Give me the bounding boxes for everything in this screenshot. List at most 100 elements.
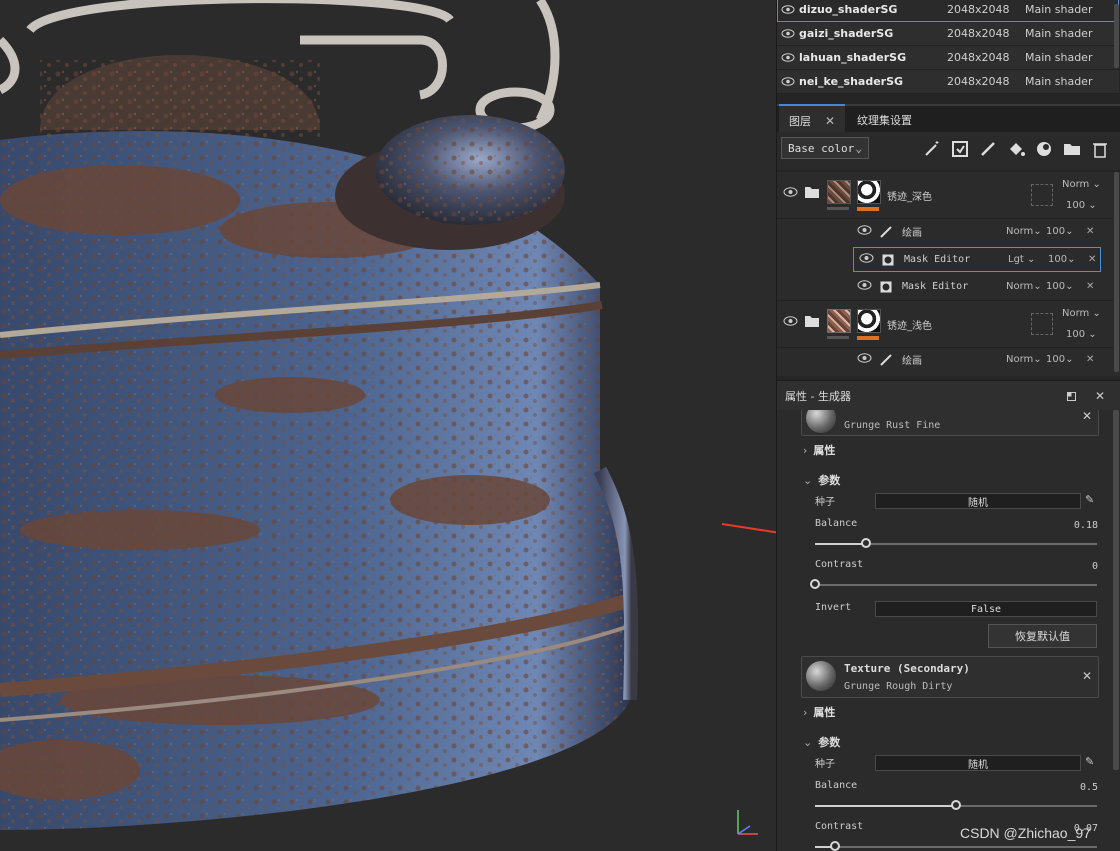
texture-set-shader[interactable]: Main shader bbox=[1025, 27, 1092, 40]
texture-set-scrollbar[interactable] bbox=[1114, 4, 1119, 68]
balance-value[interactable]: 0.5 bbox=[1080, 782, 1098, 793]
blend-mode[interactable]: Norm⌄ bbox=[1006, 281, 1046, 292]
annotation-arrow-icon bbox=[721, 523, 776, 534]
reset-defaults-button[interactable]: 恢复默认值 bbox=[988, 624, 1097, 648]
balance-slider[interactable] bbox=[815, 800, 1097, 810]
add-effect-icon[interactable] bbox=[951, 140, 969, 158]
seed-button[interactable]: 随机 bbox=[875, 755, 1081, 771]
generator-icon bbox=[880, 281, 892, 292]
close-icon[interactable]: ✕ bbox=[1088, 254, 1096, 265]
layer-color-swatch bbox=[1031, 184, 1053, 206]
layer-name[interactable]: 锈迹_深色 bbox=[887, 188, 932, 203]
visibility-eye-icon[interactable] bbox=[783, 187, 798, 200]
blend-mode[interactable]: Norm⌄ bbox=[1006, 226, 1046, 237]
blend-mode[interactable]: Norm ⌄ bbox=[1062, 179, 1101, 190]
slider-handle[interactable] bbox=[860, 538, 871, 548]
layer-scrollbar[interactable] bbox=[1114, 172, 1119, 372]
slider-handle[interactable] bbox=[951, 800, 961, 810]
axis-gizmo-icon bbox=[737, 810, 758, 835]
visibility-eye-icon[interactable] bbox=[857, 280, 872, 293]
resource-name: Grunge Rust Fine bbox=[844, 420, 941, 431]
texture-set-row[interactable]: dizuo_shaderSG 2048x2048 Main shader bbox=[777, 0, 1119, 22]
section-parameters[interactable]: ⌄ 参数 bbox=[803, 472, 840, 488]
brush-icon[interactable] bbox=[979, 140, 997, 158]
texture-set-shader[interactable]: Main shader bbox=[1025, 3, 1092, 16]
pencil-icon[interactable]: ✎ bbox=[1085, 493, 1094, 506]
visibility-eye-icon[interactable] bbox=[777, 5, 799, 14]
folder-icon[interactable] bbox=[1063, 140, 1081, 158]
visibility-eye-icon[interactable] bbox=[783, 316, 798, 329]
opacity-value[interactable]: 100⌄ bbox=[1046, 281, 1082, 292]
seed-button[interactable]: 随机 bbox=[875, 493, 1081, 509]
texture-resource-card[interactable]: Grunge Rust Fine ✕ bbox=[801, 410, 1099, 436]
visibility-eye-icon[interactable] bbox=[857, 353, 872, 366]
texture-set-resolution: 2048x2048 bbox=[947, 3, 1010, 16]
fill-bucket-icon[interactable] bbox=[1007, 140, 1025, 158]
invert-toggle[interactable]: False bbox=[875, 601, 1097, 617]
slider-handle[interactable] bbox=[810, 579, 820, 589]
section-attributes[interactable]: › 属性 bbox=[803, 704, 835, 720]
magic-wand-icon[interactable] bbox=[923, 140, 941, 158]
chevron-down-icon: ⌄ bbox=[803, 736, 813, 749]
mask-thumbnail[interactable] bbox=[857, 309, 881, 333]
close-icon[interactable]: ✕ bbox=[1086, 226, 1094, 237]
section-parameters[interactable]: ⌄ 参数 bbox=[803, 734, 840, 750]
layer-color-swatch bbox=[1031, 313, 1053, 335]
texture-set-row[interactable]: gaizi_shaderSG 2048x2048 Main shader bbox=[777, 22, 1119, 46]
close-icon[interactable]: ✕ bbox=[825, 114, 835, 128]
opacity-value[interactable]: 100⌄ bbox=[1046, 226, 1082, 237]
close-icon[interactable]: ✕ bbox=[1086, 281, 1094, 292]
visibility-eye-icon[interactable] bbox=[859, 253, 874, 266]
opacity-value[interactable]: 100⌄ bbox=[1046, 354, 1082, 365]
undock-icon[interactable] bbox=[1067, 392, 1076, 401]
blend-mode[interactable]: Norm ⌄ bbox=[1062, 308, 1101, 319]
texture-set-shader[interactable]: Main shader bbox=[1025, 75, 1092, 88]
right-panel: dizuo_shaderSG 2048x2048 Main shader gai… bbox=[776, 0, 1120, 851]
close-icon[interactable]: ✕ bbox=[1095, 389, 1105, 403]
trash-icon[interactable] bbox=[1091, 140, 1109, 158]
3d-viewport[interactable] bbox=[0, 0, 776, 851]
pencil-icon[interactable]: ✎ bbox=[1085, 755, 1094, 768]
resource-name: Grunge Rough Dirty bbox=[844, 681, 953, 692]
contrast-value[interactable]: 0 bbox=[1092, 561, 1098, 572]
visibility-eye-icon[interactable] bbox=[857, 225, 872, 238]
texture-resource-card[interactable]: Texture (Secondary) Grunge Rough Dirty ✕ bbox=[801, 656, 1099, 698]
sublayer-mask-editor[interactable]: Mask Editor Norm⌄ 100⌄ ✕ bbox=[851, 274, 1101, 299]
layer-group[interactable]: 锈迹_浅色 Norm ⌄ 100 ⌄ bbox=[777, 300, 1113, 348]
blend-mode[interactable]: Norm⌄ bbox=[1006, 354, 1046, 365]
layer-name[interactable]: 锈迹_浅色 bbox=[887, 317, 932, 332]
channel-select-value: Base color bbox=[788, 141, 855, 155]
layer-stack: 锈迹_深色 Norm ⌄ 100 ⌄ 绘画 Norm⌄ 100⌄ ✕ Mask … bbox=[777, 172, 1120, 376]
generator-icon bbox=[882, 254, 894, 265]
close-icon[interactable]: ✕ bbox=[1082, 669, 1092, 683]
blend-mode[interactable]: Lgt ⌄ bbox=[1008, 254, 1048, 265]
balance-slider[interactable] bbox=[815, 538, 1097, 548]
channel-select[interactable]: Base color ⌄ bbox=[781, 137, 869, 159]
visibility-eye-icon[interactable] bbox=[777, 29, 799, 38]
visibility-eye-icon[interactable] bbox=[777, 53, 799, 62]
visibility-eye-icon[interactable] bbox=[777, 77, 799, 86]
resource-title: Texture (Secondary) bbox=[844, 662, 970, 675]
layer-group[interactable]: 锈迹_深色 Norm ⌄ 100 ⌄ bbox=[777, 172, 1113, 219]
contrast-slider[interactable] bbox=[810, 579, 1097, 589]
close-icon[interactable]: ✕ bbox=[1082, 410, 1092, 423]
mask-thumbnail[interactable] bbox=[857, 180, 881, 204]
properties-scrollbar[interactable] bbox=[1113, 410, 1119, 770]
texture-set-row[interactable]: lahuan_shaderSG 2048x2048 Main shader bbox=[777, 46, 1119, 70]
balance-value[interactable]: 0.18 bbox=[1074, 520, 1098, 531]
texture-set-row[interactable]: nei_ke_shaderSG 2048x2048 Main shader bbox=[777, 70, 1119, 94]
close-icon[interactable]: ✕ bbox=[1086, 354, 1094, 365]
opacity-value[interactable]: 100 ⌄ bbox=[1066, 329, 1097, 340]
contrast-slider[interactable] bbox=[815, 841, 1097, 851]
tab-texture-set-settings[interactable]: 纹理集设置 bbox=[847, 106, 922, 134]
texture-set-shader[interactable]: Main shader bbox=[1025, 51, 1092, 64]
balance-label: Balance bbox=[815, 780, 858, 791]
slider-handle[interactable] bbox=[829, 841, 840, 851]
sublayer-paint[interactable]: 绘画 Norm⌄ 100⌄ ✕ bbox=[851, 347, 1101, 372]
opacity-value[interactable]: 100⌄ bbox=[1048, 254, 1084, 265]
sublayer-paint[interactable]: 绘画 Norm⌄ 100⌄ ✕ bbox=[851, 219, 1101, 244]
mask-icon[interactable] bbox=[1035, 140, 1053, 158]
opacity-value[interactable]: 100 ⌄ bbox=[1066, 200, 1097, 211]
sublayer-mask-editor[interactable]: Mask Editor Lgt ⌄ 100⌄ ✕ bbox=[853, 247, 1101, 272]
section-attributes[interactable]: › 属性 bbox=[803, 442, 835, 458]
